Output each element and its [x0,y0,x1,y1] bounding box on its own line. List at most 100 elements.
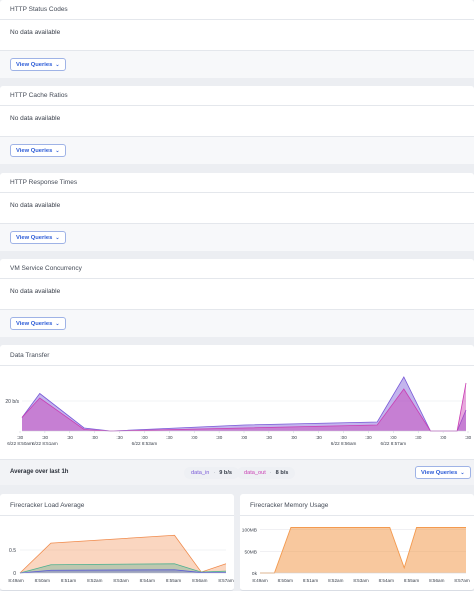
legend-separator: · [213,470,216,476]
panel-vm-service-concurrency: VM Service Concurrency No data available… [0,259,474,337]
x-tick-label: :00 [390,435,397,440]
x-tick-label: 8:49am [252,578,267,583]
x-tick-label: 8:56am [192,578,207,583]
view-queries-button[interactable]: View Queries ⌄ [10,58,66,71]
x-tick-label: 8:50am [35,578,50,583]
no-data-message: No data available [10,288,61,295]
panel-title: HTTP Status Codes [10,6,68,13]
x-tick-label: 8:54am [140,578,155,583]
x-tick-label: :00 [340,435,347,440]
x-tick-label: :00 [191,435,198,440]
panel-http-response-times: HTTP Response Times No data available Vi… [0,173,474,251]
x-tick-label: :00 [241,435,248,440]
x-tick-label: 8:53am [113,578,128,583]
chevron-down-icon: ⌄ [55,61,60,68]
x-tick-label: 8:55am [166,578,181,583]
data-transfer-chart: 20 b/s:306/22 8:50am:306/22 8:51am:30:00… [5,376,472,446]
x-tick-label: 8:53am [353,578,368,583]
view-queries-button[interactable]: View Queries ⌄ [415,466,471,479]
legend-value: 8 b/s [275,470,289,476]
legend-item-data-in: data_in · 9 b/s [184,467,239,479]
divider [0,19,474,20]
x-tick-label: :00 [141,435,148,440]
panel-title: Data Transfer [10,352,50,359]
x-tick-label: :30 [365,435,372,440]
panel-footer: View Queries ⌄ [0,50,474,78]
divider [0,515,234,516]
y-tick-label: 0.5 [9,548,16,554]
legend-name: data_out [244,470,266,476]
divider [0,278,474,279]
view-queries-label: View Queries [16,234,53,241]
panel-data-transfer: Data Transfer 20 b/s:30 6/22 8:50am:30 6/2… [0,345,474,485]
panel-http-status-codes: HTTP Status Codes No data available View… [0,0,474,78]
view-queries-button[interactable]: View Queries ⌄ [10,144,66,157]
panel-title: HTTP Cache Ratios [10,92,68,99]
x-tick-label: :30 [42,435,49,440]
chevron-down-icon: ⌄ [55,320,60,327]
x-tick-label: :30 [67,435,74,440]
series-area-memory [260,527,466,573]
panel-title: HTTP Response Times [10,179,78,186]
y-tick-label: 0 [13,571,16,577]
x-tick-label: :30 [315,435,322,440]
x-tick-date-label: 6/22 8:56am [331,441,357,446]
divider [0,105,474,106]
x-tick-label: 8:49am [8,578,23,583]
x-tick-label: 8:52am [328,578,343,583]
average-label: Average over last 1h [10,469,69,475]
legend-value: 9 b/s [219,470,232,476]
no-data-message: No data available [10,29,61,36]
divider [240,515,474,516]
view-queries-button[interactable]: View Queries ⌄ [10,317,66,330]
x-tick-date-label: 6/22 8:51am [32,441,58,446]
x-tick-label: 8:51am [61,578,76,583]
legend-separator: · [269,470,272,476]
legend-item-data-out: data_out · 8 b/s [237,467,296,479]
divider [0,365,474,366]
x-tick-label: :30 [17,435,24,440]
panel-footer: Average over last 1h data_in · 9 b/s dat… [0,459,474,485]
y-tick-label: 0k [252,571,258,577]
no-data-message: No data available [10,115,61,122]
x-tick-label: 8:52am [87,578,102,583]
no-data-message: No data available [10,202,61,209]
view-queries-button[interactable]: View Queries ⌄ [10,231,66,244]
x-tick-label: :00 [91,435,98,440]
y-tick-label: 50MB [244,549,257,555]
view-queries-label: View Queries [16,320,53,327]
x-tick-date-label: 6/22 8:53am [132,441,158,446]
chevron-down-icon: ⌄ [460,469,465,476]
panel-load-average: Firecracker Load Average 0.5 0 8:49am 8:50a… [0,494,234,591]
chevron-down-icon: ⌄ [55,234,60,241]
legend-name: data_in [191,470,210,476]
view-queries-label: View Queries [421,469,458,476]
x-tick-label: 8:55am [404,578,419,583]
x-tick-label: :00 [291,435,298,440]
x-tick-label: 8:54am [379,578,394,583]
x-tick-label: 8:56am [429,578,444,583]
panel-title: Firecracker Load Average [10,502,85,509]
load-average-chart: 0.5 08:49am 8:50am 8:51am 8:52am 8:53am 8:54am… [8,534,234,583]
x-tick-date-label: 6/22 8:50am [7,441,33,446]
x-tick-label: :30 [216,435,223,440]
panel-title: Firecracker Memory Usage [250,502,329,509]
panel-http-cache-ratios: HTTP Cache Ratios No data available View… [0,86,474,164]
x-tick-label: :30 [266,435,273,440]
x-tick-label: 8:57am [454,578,469,583]
y-tick-label: 100MB [242,528,257,534]
x-tick-label: 8:57am [218,578,233,583]
x-tick-date-label: 6/22 8:57am [381,441,407,446]
y-tick-label: 20 b/s [5,399,19,405]
panel-footer: View Queries ⌄ [0,309,474,337]
x-tick-label: :30 [415,435,422,440]
panel-title: VM Service Concurrency [10,265,82,272]
view-queries-label: View Queries [16,147,53,154]
panel-memory-usage: Firecracker Memory Usage 100MB 50MB 0k 8:49… [240,494,474,591]
x-tick-label: 8:51am [303,578,318,583]
chevron-down-icon: ⌄ [55,147,60,154]
x-tick-label: :30 [116,435,123,440]
memory-usage-chart: 100MB 50MB 0k8:49am 8:50am 8:51am 8:52am 8:53a… [242,527,470,583]
x-tick-label: :30 [166,435,173,440]
view-queries-label: View Queries [16,61,53,68]
